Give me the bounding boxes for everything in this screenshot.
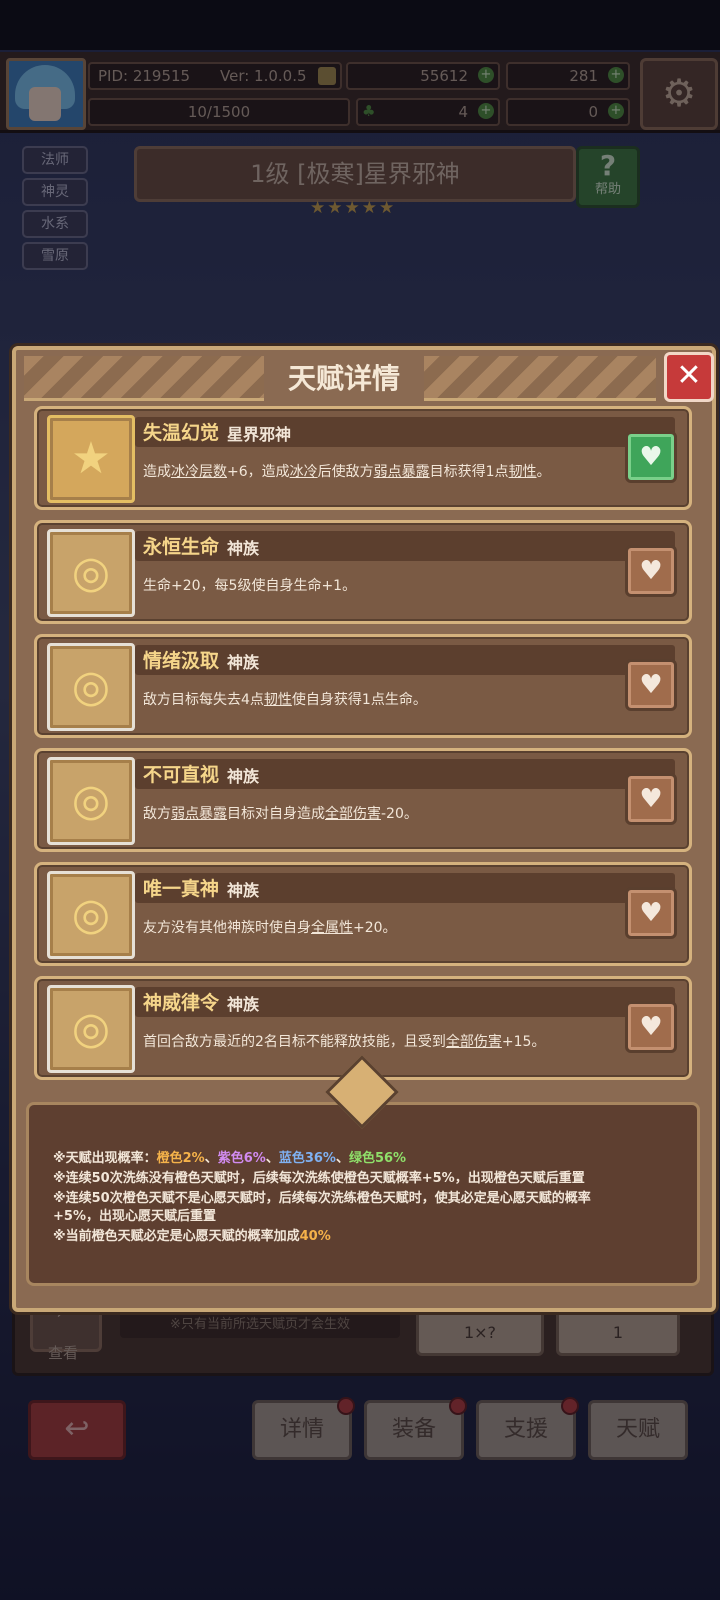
talent-emblem-icon: ◎ — [47, 985, 135, 1073]
talent-race: 神族 — [227, 995, 260, 1014]
talent-card[interactable]: ★ 失温幻觉 星界邪神 造成冰冷层数+6，造成冰冷后使敌方弱点暴露目标获得1点韧… — [34, 406, 692, 510]
talent-race: 神族 — [227, 767, 260, 786]
talent-description: 友方没有其他神族时使自身全属性+20。 — [143, 920, 397, 936]
wish-rule-line-cont: +5%，出现心愿天赋后重置 — [53, 1209, 216, 1224]
talent-star-icon: ★ — [47, 415, 135, 503]
wish-rule-line: ※连续50次橙色天赋不是心愿天赋时，后续每次洗练橙色天赋时，使其必定是心愿天赋的… — [53, 1191, 591, 1206]
talent-card[interactable]: ◎ 唯一真神 神族 友方没有其他神族时使自身全属性+20。 ♥ — [34, 862, 692, 966]
talent-name-bar: 神威律令 神族 — [135, 987, 675, 1017]
talent-name: 永恒生命 — [143, 536, 220, 558]
talent-emblem-icon: ◎ — [47, 871, 135, 959]
talent-description: 首回合敌方最近的2名目标不能释放技能，且受到全部伤害+15。 — [143, 1034, 546, 1050]
talent-name-bar: 唯一真神 神族 — [135, 873, 675, 903]
talent-description: 造成冰冷层数+6，造成冰冷后使敌方弱点暴露目标获得1点韧性。 — [143, 464, 551, 480]
talent-detail-modal: 天赋详情 ✕ ★ 失温幻觉 星界邪神 造成冰冷层数+6，造成冰冷后使敌方弱点暴露… — [12, 346, 716, 1312]
modal-title: 天赋详情 — [264, 356, 424, 402]
talent-card[interactable]: ◎ 不可直视 神族 敌方弱点暴露目标对自身造成全部伤害-20。 ♥ — [34, 748, 692, 852]
talent-name-bar: 永恒生命 神族 — [135, 531, 675, 561]
talent-race: 星界邪神 — [227, 425, 292, 444]
talent-description: 生命+20，每5级使自身生命+1。 — [143, 578, 357, 594]
wish-bonus-line: ※当前橙色天赋必定是心愿天赋的概率加成40% — [53, 1229, 331, 1244]
modal-header: 天赋详情 — [24, 356, 656, 402]
talent-name-bar: 不可直视 神族 — [135, 759, 675, 789]
talent-name-bar: 失温幻觉 星界邪神 — [135, 417, 675, 447]
talent-emblem-icon: ◎ — [47, 643, 135, 731]
talent-name: 情绪汲取 — [143, 650, 220, 672]
talent-name-bar: 情绪汲取 神族 — [135, 645, 675, 675]
talent-race: 神族 — [227, 881, 260, 900]
talent-emblem-icon: ◎ — [47, 529, 135, 617]
talent-name: 唯一真神 — [143, 878, 220, 900]
talent-card[interactable]: ◎ 永恒生命 神族 生命+20，每5级使自身生命+1。 ♥ — [34, 520, 692, 624]
talent-race: 神族 — [227, 539, 260, 558]
probability-line: ※天赋出现概率：橙色2%、紫色6%、蓝色36%、绿色56% — [53, 1151, 407, 1166]
pity-rule-line: ※连续50次洗练没有橙色天赋时，后续每次洗练使橙色天赋概率+5%，出现橙色天赋后… — [53, 1171, 585, 1186]
talent-description: 敌方目标每失去4点韧性使自身获得1点生命。 — [143, 692, 427, 708]
wish-heart-icon[interactable]: ♥ — [625, 773, 677, 825]
wish-heart-icon[interactable]: ♥ — [625, 659, 677, 711]
wish-heart-icon[interactable]: ♥ — [625, 431, 677, 483]
close-icon[interactable]: ✕ — [664, 352, 714, 402]
talent-card[interactable]: ◎ 情绪汲取 神族 敌方目标每失去4点韧性使自身获得1点生命。 ♥ — [34, 634, 692, 738]
wish-heart-icon[interactable]: ♥ — [625, 887, 677, 939]
talent-race: 神族 — [227, 653, 260, 672]
talent-emblem-icon: ◎ — [47, 757, 135, 845]
wish-heart-icon[interactable]: ♥ — [625, 545, 677, 597]
talent-probability-info: ※天赋出现概率：橙色2%、紫色6%、蓝色36%、绿色56% ※连续50次洗练没有… — [26, 1102, 700, 1286]
wish-heart-icon[interactable]: ♥ — [625, 1001, 677, 1053]
talent-name: 失温幻觉 — [143, 422, 220, 444]
talent-name: 神威律令 — [143, 992, 220, 1014]
talent-name: 不可直视 — [143, 764, 220, 786]
talent-description: 敌方弱点暴露目标对自身造成全部伤害-20。 — [143, 806, 418, 822]
